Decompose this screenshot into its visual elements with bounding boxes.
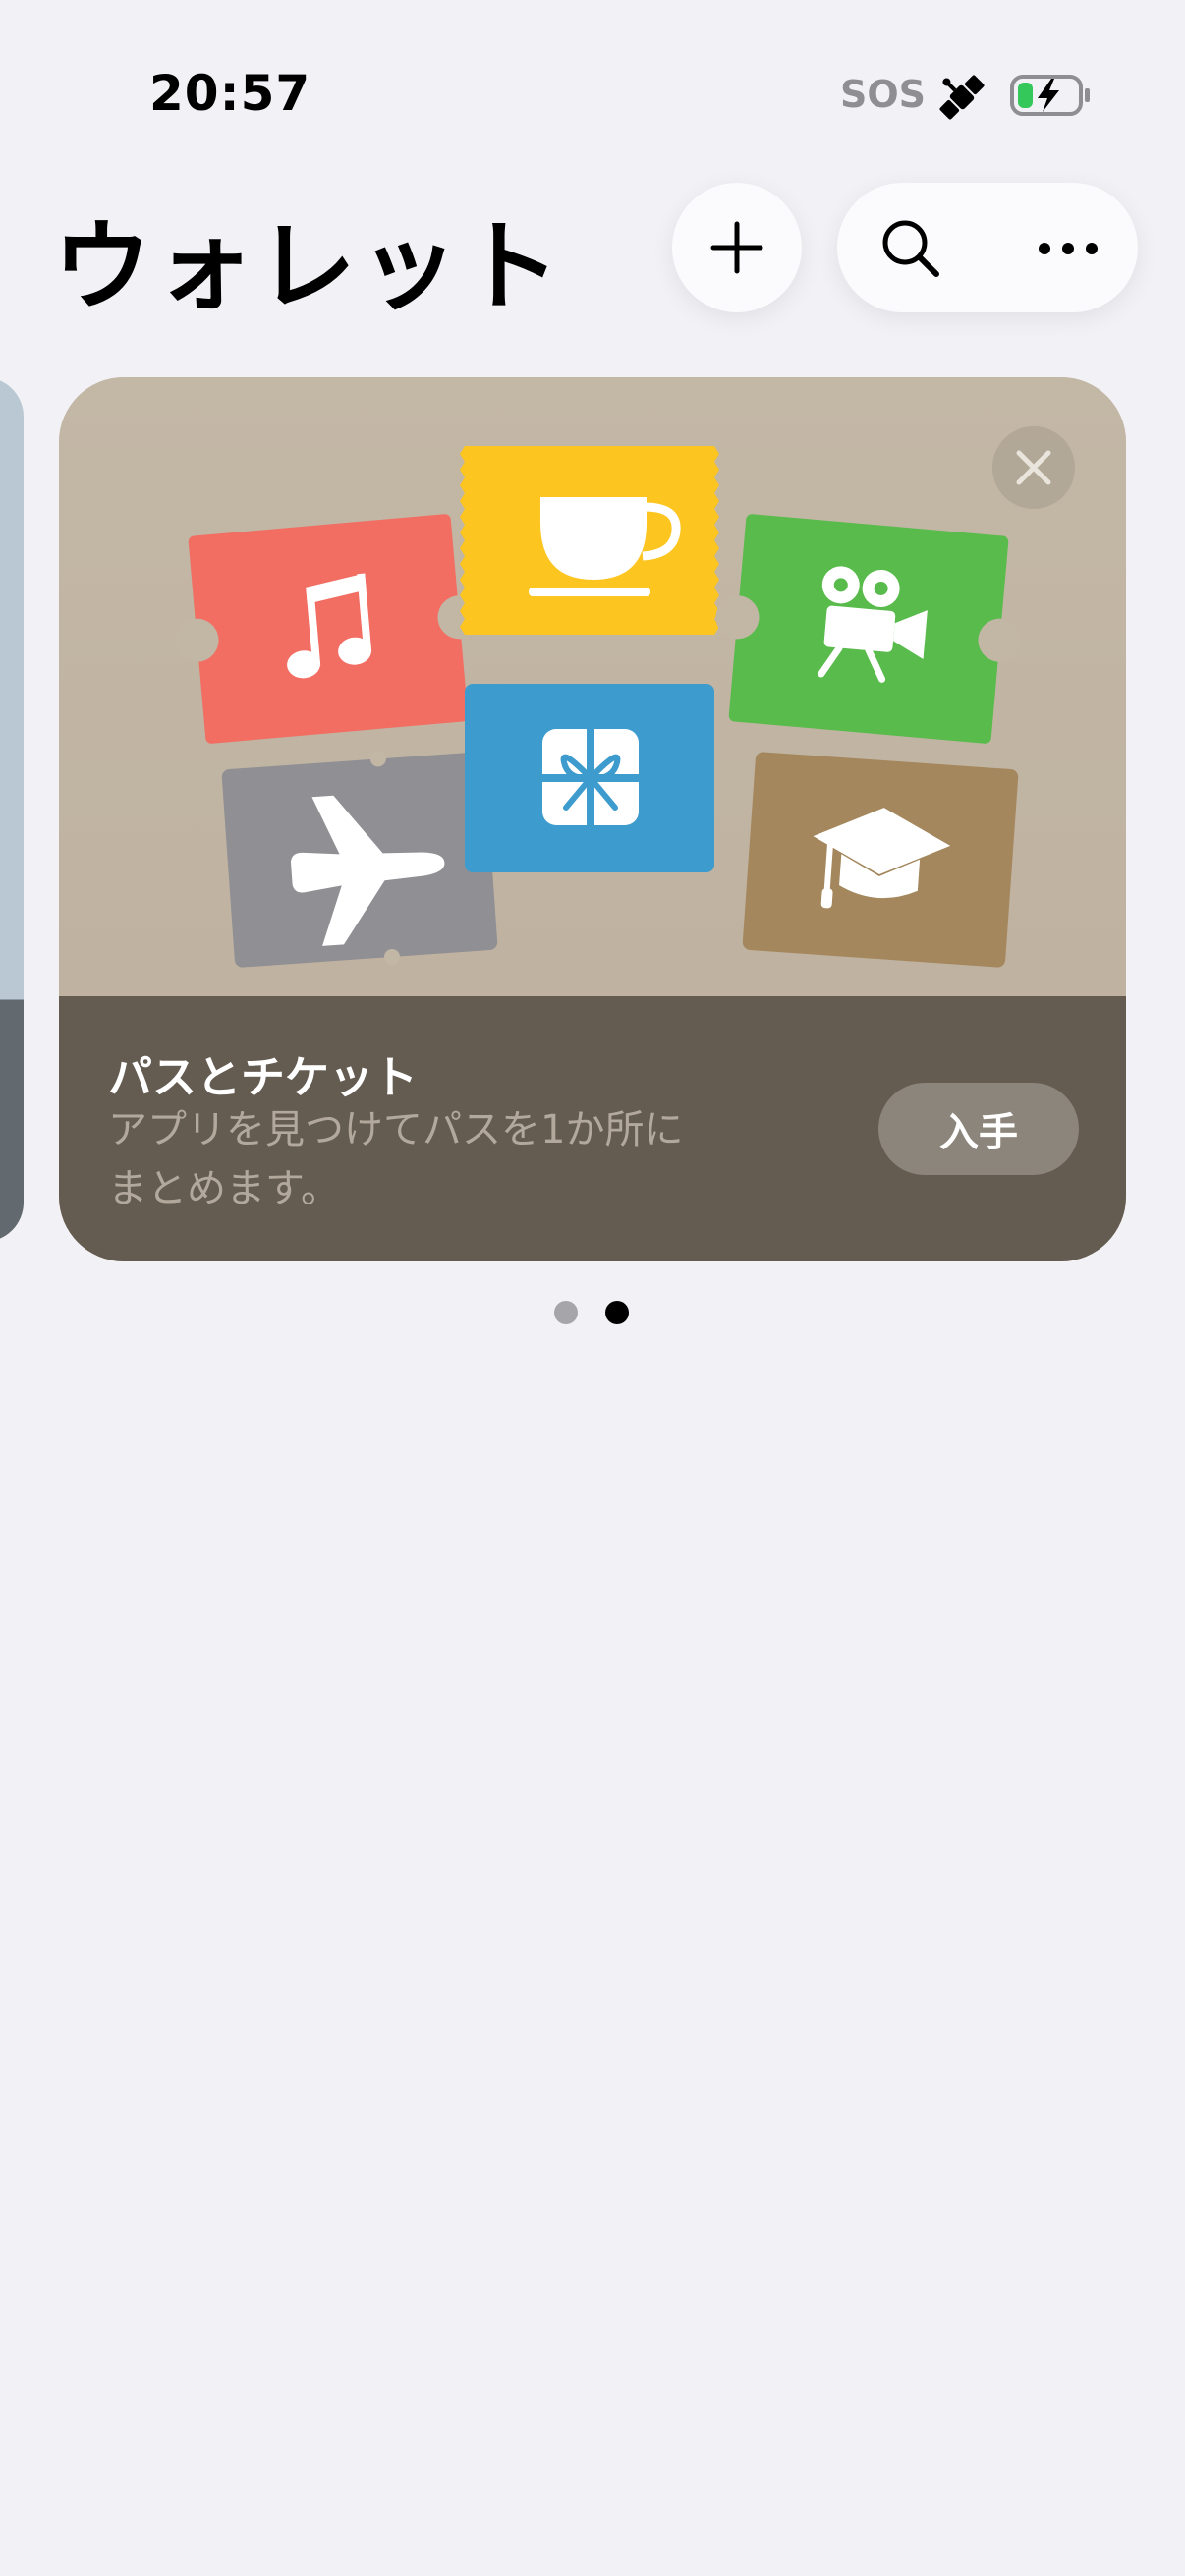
more-button[interactable] [1024, 204, 1112, 293]
previous-card[interactable] [0, 377, 24, 1242]
get-button[interactable]: 入手 [878, 1083, 1079, 1175]
promo-subtitle-line2: まとめます。 [108, 1166, 340, 1211]
battery-charging-icon [1010, 75, 1090, 116]
gift-card [465, 684, 714, 872]
passes-illustration [59, 377, 1126, 996]
music-ticket [175, 514, 481, 744]
search-button[interactable] [867, 204, 955, 293]
page-title: ウォレット [53, 209, 564, 324]
promo-subtitle: アプリを見つけてパスを1か所に まとめます。 [108, 1100, 816, 1218]
gift-icon [542, 729, 639, 825]
close-button[interactable] [992, 426, 1075, 509]
coffee-ticket [460, 446, 719, 635]
airplane-ticket [221, 751, 498, 968]
movie-ticket [715, 514, 1022, 744]
page-dot-1 [554, 1301, 578, 1324]
promo-title: パスとチケット [108, 1051, 419, 1103]
page-dot-2-active [605, 1301, 629, 1324]
passes-promo-card[interactable]: パスとチケット アプリを見つけてパスを1か所に まとめます。 入手 [59, 377, 1126, 1261]
education-card [742, 752, 1019, 968]
status-bar: 20:57 SOS [0, 0, 1185, 187]
page-indicator[interactable] [550, 1299, 639, 1326]
add-icon [710, 221, 763, 274]
close-icon [1016, 450, 1051, 485]
satellite-icon [939, 75, 985, 120]
header-button-group [837, 183, 1138, 312]
add-button[interactable] [672, 183, 802, 312]
more-icon [1039, 243, 1098, 254]
status-time: 20:57 [149, 65, 311, 122]
promo-subtitle-line1: アプリを見つけてパスを1か所に [108, 1107, 684, 1152]
search-icon [882, 220, 939, 277]
sos-indicator: SOS [840, 73, 927, 116]
